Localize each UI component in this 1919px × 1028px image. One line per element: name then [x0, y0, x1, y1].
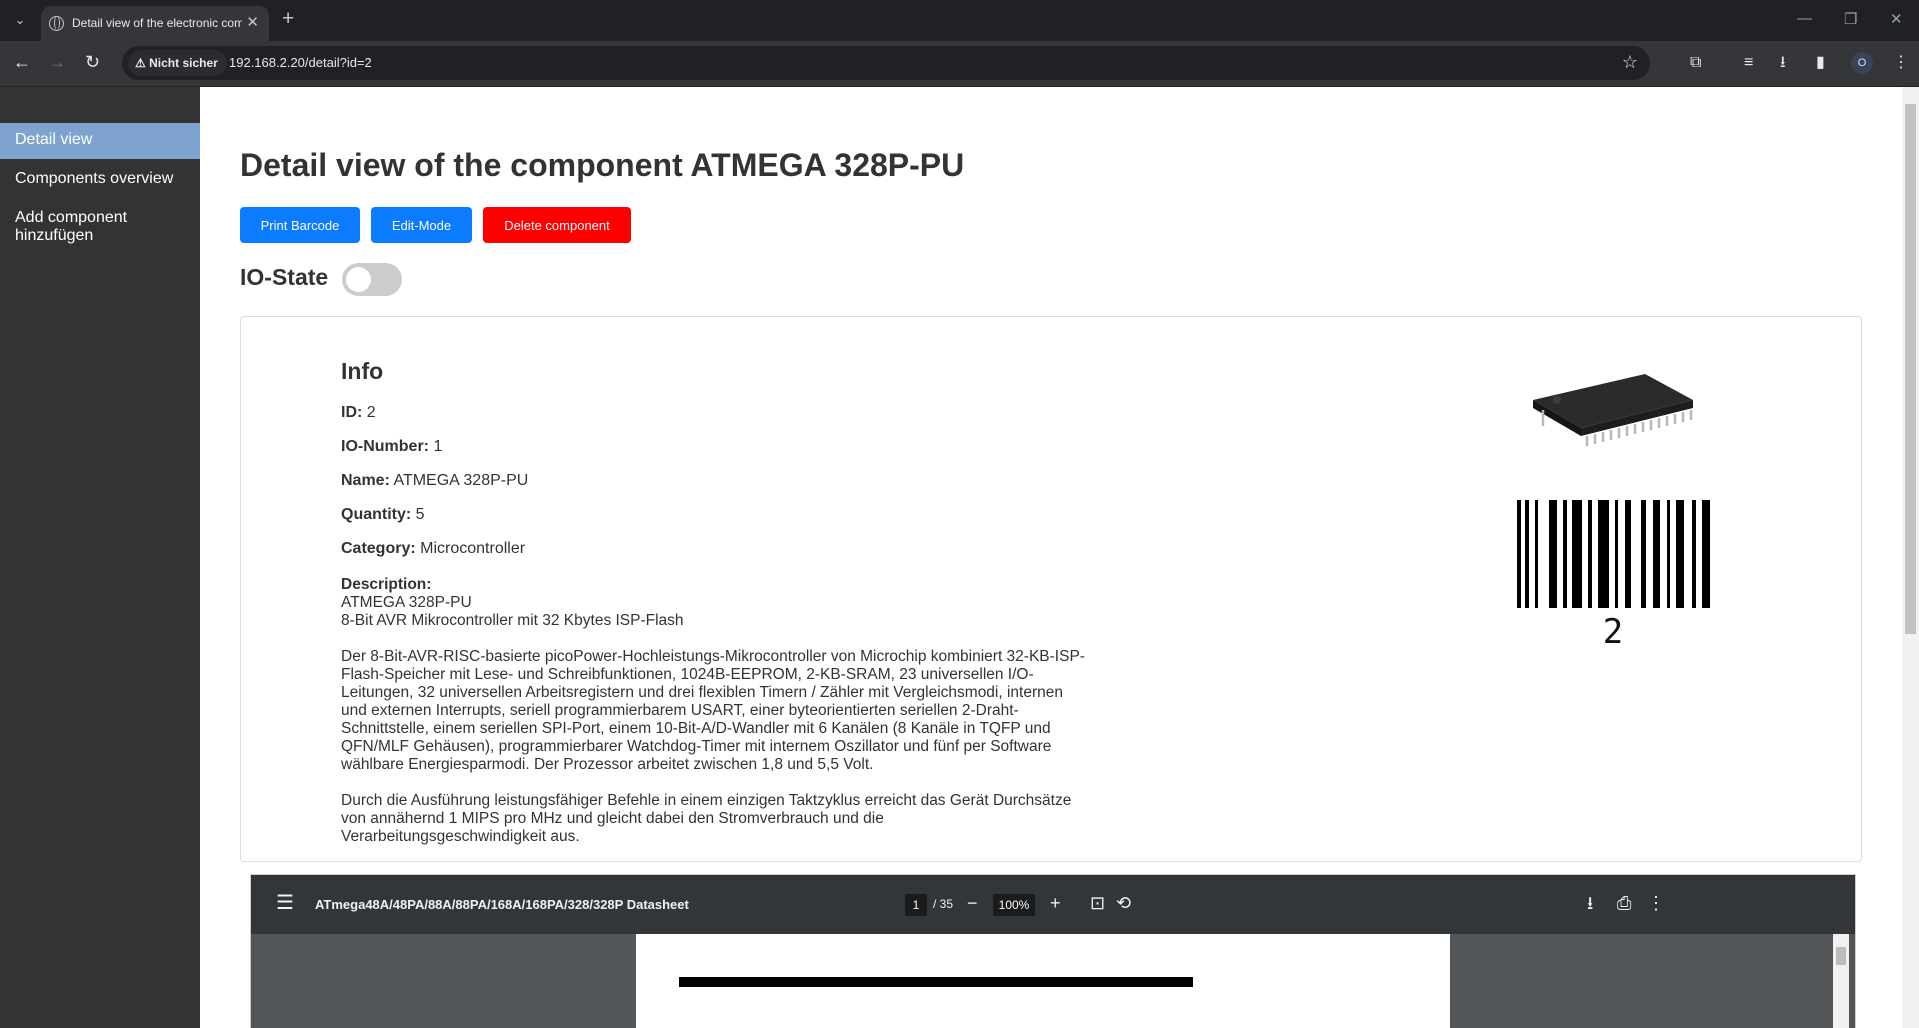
- io-number-value: 1: [433, 438, 443, 455]
- pdf-menu-icon[interactable]: ☰: [276, 893, 294, 913]
- quantity-field: Quantity: 5: [341, 506, 425, 524]
- forward-icon[interactable]: →: [48, 51, 66, 73]
- fit-page-icon[interactable]: ⊡: [1090, 892, 1105, 914]
- sidebar-item-components-overview[interactable]: Components overview: [0, 159, 200, 198]
- restore-icon[interactable]: ❐: [1844, 10, 1857, 28]
- address-bar[interactable]: ⚠ Nicht sicher 192.168.2.20/detail?id=2 …: [122, 46, 1650, 80]
- reload-icon[interactable]: ↻: [85, 51, 100, 73]
- url-text[interactable]: 192.168.2.20/detail?id=2: [229, 55, 372, 70]
- pdf-print-icon[interactable]: ⎙: [1617, 892, 1631, 914]
- info-card: Info ID: 2 IO-Number: 1 Name: ATMEGA 328…: [240, 316, 1862, 862]
- toggle-knob: [346, 267, 371, 292]
- pdf-document-page: [636, 934, 1450, 1028]
- browser-tab[interactable]: Detail view of the electronic component …: [41, 6, 269, 41]
- quantity-label: Quantity:: [341, 506, 412, 523]
- download-icon[interactable]: ⭳: [1780, 52, 1786, 74]
- pdf-download-icon[interactable]: ⭳: [1587, 892, 1593, 914]
- pdf-header-rule: [679, 977, 1193, 987]
- sidebar-item-add-component[interactable]: Add component hinzufügen: [0, 198, 160, 245]
- page-scrollbar-thumb[interactable]: [1905, 104, 1916, 634]
- minimize-icon[interactable]: —: [1797, 10, 1812, 27]
- pdf-title: ATmega48A/48PA/88A/88PA/168A/168PA/328/3…: [315, 897, 689, 912]
- back-icon[interactable]: ←: [13, 51, 31, 73]
- tab-search-button[interactable]: ⌄: [8, 8, 32, 32]
- io-state-label: IO-State: [240, 264, 329, 290]
- name-field: Name: ATMEGA 328P-PU: [341, 472, 528, 490]
- description-block: Description: ATMEGA 328P-PU 8-Bit AVR Mi…: [341, 576, 1091, 864]
- security-label: Nicht sicher: [149, 56, 218, 70]
- extensions-icon[interactable]: ⧉: [1690, 52, 1701, 74]
- description-summary: ATMEGA 328P-PU 8-Bit AVR Mikrocontroller…: [341, 594, 684, 629]
- side-panel-icon[interactable]: ▮: [1816, 52, 1825, 74]
- pdf-page-input[interactable]: 1: [905, 894, 927, 916]
- name-label: Name:: [341, 472, 390, 489]
- description-paragraph-2: Durch die Ausführung leistungsfähiger Be…: [341, 792, 1072, 845]
- close-tab-icon[interactable]: ✕: [246, 13, 259, 31]
- sidebar-item-detail-view[interactable]: Detail view: [0, 123, 200, 159]
- quantity-value: 5: [415, 506, 425, 523]
- main-content: Detail view of the component ATMEGA 328P…: [200, 87, 1902, 1028]
- description-label: Description:: [341, 576, 432, 593]
- zoom-in-icon[interactable]: +: [1050, 892, 1061, 914]
- page-scrollbar[interactable]: [1902, 87, 1919, 1028]
- browser-toolbar: ← → ↻ ⚠ Nicht sicher 192.168.2.20/detail…: [0, 41, 1919, 87]
- security-indicator[interactable]: ⚠ Nicht sicher: [128, 50, 227, 76]
- barcode-image: [1517, 500, 1710, 608]
- pdf-scrollbar[interactable]: [1833, 934, 1849, 1028]
- description-paragraph-1: Der 8-Bit-AVR-RISC-basierte picoPower-Ho…: [341, 648, 1085, 773]
- io-number-field: IO-Number: 1: [341, 438, 442, 456]
- category-value: Microcontroller: [420, 540, 526, 557]
- id-field: ID: 2: [341, 404, 376, 422]
- delete-component-button[interactable]: Delete component: [483, 207, 631, 243]
- zoom-out-icon[interactable]: −: [967, 892, 978, 914]
- new-tab-button[interactable]: +: [282, 7, 294, 31]
- bookmark-star-icon[interactable]: ☆: [1622, 52, 1638, 73]
- browser-menu-icon[interactable]: ⋮: [1893, 52, 1909, 74]
- print-barcode-button[interactable]: Print Barcode: [240, 207, 360, 243]
- pdf-more-icon[interactable]: ⋮: [1647, 892, 1665, 914]
- io-number-label: IO-Number:: [341, 438, 429, 455]
- media-queue-icon[interactable]: ≡: [1744, 52, 1753, 74]
- sidebar: Detail view Components overview Add comp…: [0, 87, 200, 1028]
- pdf-scrollbar-thumb[interactable]: [1836, 947, 1846, 965]
- globe-icon: [49, 16, 64, 31]
- id-value: 2: [366, 404, 376, 421]
- tab-title: Detail view of the electronic component: [72, 16, 242, 30]
- pdf-page-total: / 35: [933, 897, 954, 911]
- pdf-zoom-input[interactable]: 100%: [993, 894, 1035, 916]
- name-value: ATMEGA 328P-PU: [393, 472, 529, 489]
- pdf-viewer[interactable]: ☰ ATmega48A/48PA/88A/88PA/168A/168PA/328…: [250, 874, 1856, 1028]
- rotate-icon[interactable]: ⟲: [1116, 892, 1131, 914]
- category-label: Category:: [341, 540, 416, 557]
- edit-mode-button[interactable]: Edit-Mode: [371, 207, 472, 243]
- page-title: Detail view of the component ATMEGA 328P…: [240, 147, 965, 183]
- profile-avatar[interactable]: O: [1851, 52, 1873, 74]
- barcode-number: 2: [1602, 612, 1624, 652]
- category-field: Category: Microcontroller: [341, 540, 525, 558]
- io-state-toggle[interactable]: [342, 263, 402, 296]
- info-heading: Info: [341, 358, 384, 384]
- browser-tab-strip: ⌄ Detail view of the electronic componen…: [0, 0, 1919, 41]
- microcontroller-chip-image: [1533, 374, 1693, 446]
- warning-icon: ⚠: [135, 56, 146, 70]
- pdf-toolbar: ☰ ATmega48A/48PA/88A/88PA/168A/168PA/328…: [251, 875, 1855, 934]
- id-label: ID:: [341, 404, 363, 421]
- close-window-icon[interactable]: ✕: [1890, 10, 1903, 28]
